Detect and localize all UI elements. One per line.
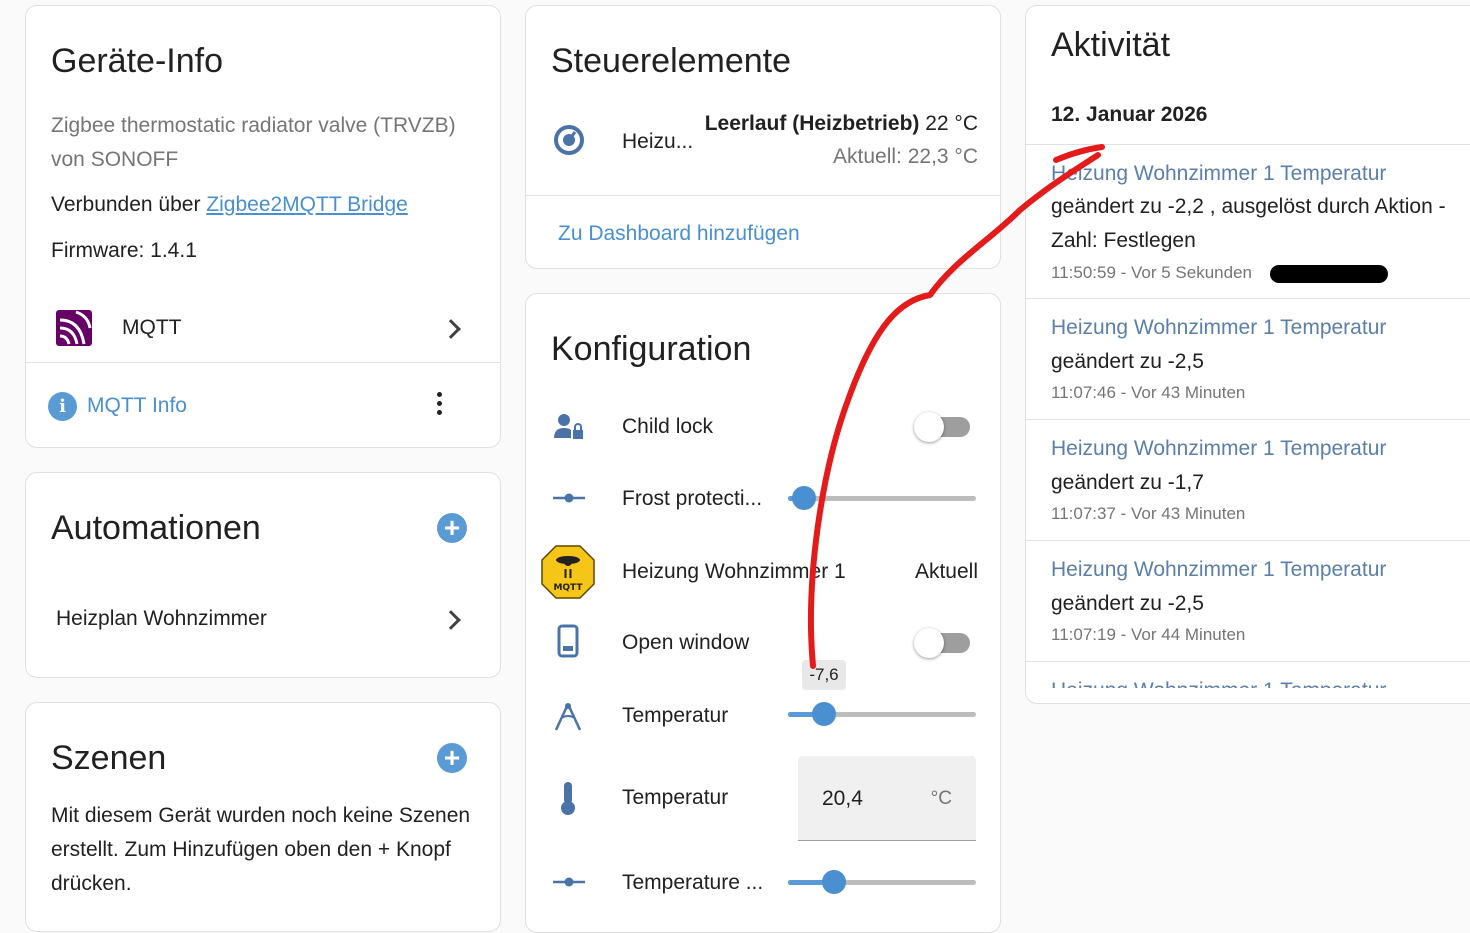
activity-entry[interactable]: Heizung Wohnzimmer 1 Temperatur geändert… (1026, 299, 1470, 419)
account-lock-icon (554, 414, 583, 439)
climate-state-target: 22 °C (919, 112, 978, 135)
activity-change-cont: Zahl: Festlegen (1051, 229, 1196, 252)
connected-via: Verbunden über Zigbee2MQTT Bridge (51, 193, 408, 217)
svg-text:MQTT: MQTT (553, 583, 583, 593)
redaction-mark (1270, 265, 1388, 283)
temperature-calibration-slider[interactable] (788, 870, 978, 894)
config-label: Heizung Wohnzimmer 1 (622, 560, 846, 583)
activity-time: 11:07:46 - Vor 43 Minuten (1051, 383, 1246, 402)
config-row-temperature-calibration: Temperature ... (526, 860, 1000, 904)
temperature-input-value: 20,4 (822, 787, 863, 810)
activity-entry[interactable]: Heizung Wohnzimmer 1 Temperatur geändert… (1026, 541, 1470, 661)
configuration-title: Konfiguration (551, 330, 752, 368)
activity-change: geändert zu -2,5 (1051, 592, 1204, 615)
mqtt-icon (56, 310, 92, 346)
activity-date: 12. Januar 2026 (1051, 103, 1208, 126)
activity-card: Aktivität 12. Januar 2026 Heizung Wohnzi… (1025, 5, 1470, 704)
activity-time: 11:07:19 - Vor 44 Minuten (1051, 625, 1246, 644)
config-label: Child lock (622, 415, 714, 438)
mqtt-logo-icon: MQTT (541, 545, 595, 599)
scenes-card: Szenen + Mit diesem Gerät wurden noch ke… (25, 702, 501, 932)
activity-time: 11:07:37 - Vor 43 Minuten (1051, 504, 1246, 523)
mqtt-info-label: MQTT Info (87, 394, 187, 417)
divider (26, 362, 500, 363)
config-value: Aktuell (914, 560, 978, 583)
add-to-dashboard-button[interactable]: Zu Dashboard hinzufügen (558, 222, 800, 246)
thermostat-icon (554, 125, 584, 155)
activity-entity[interactable]: Heizung Wohnzimmer 1 Temperatur (1051, 162, 1386, 186)
ray-vertex-icon (553, 493, 585, 503)
device-manufacturer: von SONOFF (51, 148, 179, 171)
device-model: Zigbee thermostatic radiator valve (TRVZ… (51, 114, 456, 137)
config-label: Open window (622, 631, 750, 654)
config-label: Frost protecti... (622, 487, 763, 510)
temperature-offset-slider[interactable] (788, 702, 978, 726)
add-automation-button[interactable]: + (437, 513, 467, 543)
config-label: Temperature ... (622, 871, 764, 894)
mqtt-integration-row[interactable]: MQTT (26, 296, 500, 362)
activity-change: geändert zu -2,5 (1051, 350, 1204, 373)
child-lock-toggle[interactable] (914, 412, 974, 442)
connected-prefix: Verbunden über (51, 193, 207, 216)
open-window-toggle[interactable] (914, 628, 974, 658)
angle-acute-icon (554, 703, 582, 731)
firmware-version: Firmware: 1.4.1 (51, 239, 197, 262)
thermometer-icon (561, 782, 575, 815)
activity-entity[interactable]: Heizung Wohnzimmer 1 Temperatur (1051, 316, 1386, 340)
slider-handle[interactable] (822, 870, 846, 894)
configuration-card: Konfiguration Child lock Frost protecti.… (525, 293, 1001, 933)
climate-entity-name: Heizu... (622, 130, 694, 153)
climate-state: Leerlauf (Heizbetrieb) 22 °C (705, 112, 978, 136)
activity-entity[interactable]: Heizung Wohnzimmer 1 Temperatur (1051, 679, 1386, 688)
cellphone-icon (557, 624, 579, 658)
activity-entry[interactable]: Heizung Wohnzimmer 1 Temperatur geändert… (1026, 420, 1470, 540)
automation-item[interactable]: Heizplan Wohnzimmer (26, 593, 500, 643)
chevron-right-icon (441, 319, 461, 339)
config-row-frost-protection: Frost protecti... (526, 476, 1000, 520)
automations-title: Automationen (51, 509, 261, 547)
activity-title: Aktivität (1051, 26, 1171, 64)
activity-time: 11:50:59 - Vor 5 Sekunden (1051, 263, 1253, 282)
climate-current-temp: Aktuell: 22,3 °C (833, 145, 978, 168)
bridge-link[interactable]: Zigbee2MQTT Bridge (206, 193, 408, 216)
climate-entity-row[interactable]: Heizu... Leerlauf (Heizbetrieb) 22 °C Ak… (526, 106, 1000, 176)
automation-label: Heizplan Wohnzimmer (56, 607, 267, 630)
scenes-empty-line2: erstellt. Zum Hinzufügen oben den + Knop… (51, 838, 451, 861)
config-label: Temperatur (622, 786, 729, 809)
device-info-card: Geräte-Info Zigbee thermostatic radiator… (25, 5, 501, 448)
slider-handle[interactable] (792, 486, 816, 510)
frost-protection-slider[interactable] (788, 486, 978, 510)
divider (526, 195, 1000, 196)
scenes-empty-line3: drücken. (51, 872, 132, 895)
more-vert-icon[interactable] (437, 392, 443, 415)
activity-change: geändert zu -1,7 (1051, 471, 1204, 494)
temperature-input-unit: °C (930, 788, 952, 809)
scenes-empty-line1: Mit diesem Gerät wurden noch keine Szene… (51, 804, 471, 827)
device-info-title: Geräte-Info (51, 42, 223, 80)
climate-state-mode: Leerlauf (Heizbetrieb) (704, 112, 920, 135)
automations-card: Automationen + Heizplan Wohnzimmer (25, 472, 501, 678)
config-row-child-lock: Child lock (526, 404, 1000, 448)
activity-entity[interactable]: Heizung Wohnzimmer 1 Temperatur (1051, 437, 1386, 461)
add-scene-button[interactable]: + (437, 743, 467, 773)
config-row-heizung[interactable]: MQTT Heizung Wohnzimmer 1 Aktuell (526, 544, 1000, 600)
controls-title: Steuerelemente (551, 42, 792, 80)
config-row-temperature-offset: -7,6 Temperatur (526, 658, 1000, 748)
activity-change: geändert zu -2,2 , ausgelöst durch Aktio… (1051, 195, 1446, 218)
mqtt-label: MQTT (122, 316, 182, 339)
config-row-temperature-input: Temperatur 20,4 °C (526, 756, 1000, 842)
controls-card: Steuerelemente Heizu... Leerlauf (Heizbe… (525, 5, 1001, 269)
slider-tooltip: -7,6 (802, 660, 846, 690)
slider-handle[interactable] (812, 702, 836, 726)
config-label: Temperatur (622, 704, 729, 727)
activity-entry[interactable]: Heizung Wohnzimmer 1 Temperatur geändert… (1026, 145, 1470, 298)
chevron-right-icon (441, 610, 461, 630)
temperature-input-field[interactable]: 20,4 °C (798, 756, 976, 841)
activity-entry-partial[interactable]: Heizung Wohnzimmer 1 Temperatur (1026, 662, 1470, 688)
info-icon: i (48, 392, 77, 421)
activity-entity[interactable]: Heizung Wohnzimmer 1 Temperatur (1051, 558, 1386, 582)
scenes-title: Szenen (51, 739, 167, 777)
ray-vertex-icon (553, 877, 585, 887)
